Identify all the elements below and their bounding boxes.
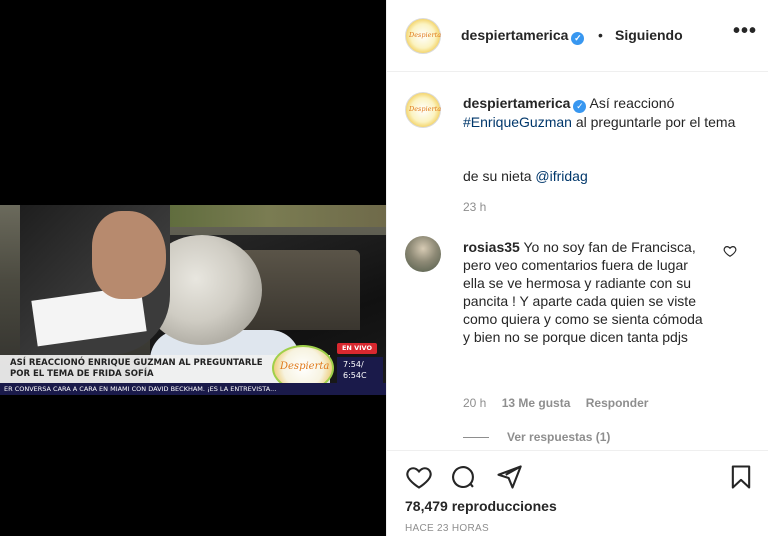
comment-likes[interactable]: 13 Me gusta (502, 396, 571, 410)
post-actions: 78,479 reproducciones HACE 23 HORAS (387, 450, 768, 536)
account-avatar[interactable]: Despierta (405, 18, 441, 54)
video-background (150, 205, 386, 227)
comment-meta: 20 h 13 Me gusta Responder (463, 396, 660, 410)
verified-icon: ✓ (573, 100, 587, 113)
comments-section: Despierta despiertamerica ✓ Así reaccionó… (387, 72, 768, 450)
caption-username[interactable]: despiertamerica (463, 95, 570, 111)
comment-icon[interactable] (449, 463, 477, 491)
caption-avatar-text: Despierta (409, 105, 442, 113)
post-header: Despierta despiertamerica ✓ • Siguiendo •… (387, 0, 768, 72)
view-count[interactable]: 78,479 reproducciones (405, 498, 557, 514)
caption-text-after: al preguntarle por el tema (575, 114, 736, 130)
broadcast-time-2: 6:54C (343, 371, 367, 380)
header-username-block: despiertamerica ✓ (461, 27, 585, 45)
comment-like-icon[interactable] (723, 244, 737, 258)
news-ticker: ER CONVERSA CARA A CARA EN MIAMI CON DAV… (0, 383, 386, 395)
video-lower-third: ASÍ REACCIONÓ ENRIQUE GUZMAN AL PREGUNTA… (0, 343, 386, 395)
reply-button[interactable]: Responder (586, 396, 649, 410)
post-date[interactable]: HACE 23 HORAS (405, 523, 489, 534)
following-button[interactable]: Siguiendo (615, 27, 683, 43)
post-side-panel: Despierta despiertamerica ✓ • Siguiendo •… (386, 0, 768, 536)
broadcast-times: 7:54/ 6:54C (337, 357, 383, 383)
video-headline: ASÍ REACCIONÓ ENRIQUE GUZMAN AL PREGUNTA… (10, 358, 263, 379)
hashtag-link[interactable]: #EnriqueGuzman (463, 114, 572, 130)
verified-icon: ✓ (571, 32, 585, 45)
more-options-icon[interactable]: ••• (733, 20, 757, 43)
commenter-avatar[interactable] (405, 236, 441, 272)
heart-icon[interactable] (405, 463, 433, 491)
comment-timestamp[interactable]: 20 h (463, 396, 486, 410)
share-icon[interactable] (495, 463, 523, 491)
header-separator: • (598, 27, 603, 43)
video-player[interactable]: ASÍ REACCIONÓ ENRIQUE GUZMAN AL PREGUNTA… (0, 205, 386, 395)
caption-timestamp[interactable]: 23 h (463, 200, 486, 214)
caption-line-2: de su nieta @ifridag (463, 168, 588, 184)
video-hand (92, 211, 166, 299)
caption-avatar[interactable]: Despierta (405, 92, 441, 128)
despierta-logo-text: Despierta (280, 361, 330, 372)
mention-link[interactable]: @ifridag (535, 168, 587, 184)
account-avatar-text: Despierta (409, 31, 442, 39)
caption-line2-prefix: de su nieta (463, 168, 532, 184)
header-username[interactable]: despiertamerica (461, 27, 568, 43)
replies-divider (463, 437, 489, 438)
broadcast-time-1: 7:54/ (343, 360, 364, 369)
post-media: ASÍ REACCIONÓ ENRIQUE GUZMAN AL PREGUNTA… (0, 0, 386, 536)
bookmark-icon[interactable] (727, 463, 755, 491)
caption-text-before: Así reaccionó (589, 95, 675, 111)
view-replies-button[interactable]: Ver respuestas (1) (463, 430, 610, 444)
caption: despiertamerica ✓ Así reaccionó #EnriqueG… (463, 94, 753, 131)
view-replies-label: Ver respuestas (1) (507, 430, 611, 444)
comment-username[interactable]: rosias35 (463, 239, 520, 255)
comment: rosias35 Yo no soy fan de Francisca, per… (463, 238, 711, 346)
live-badge: EN VIVO (337, 343, 377, 354)
